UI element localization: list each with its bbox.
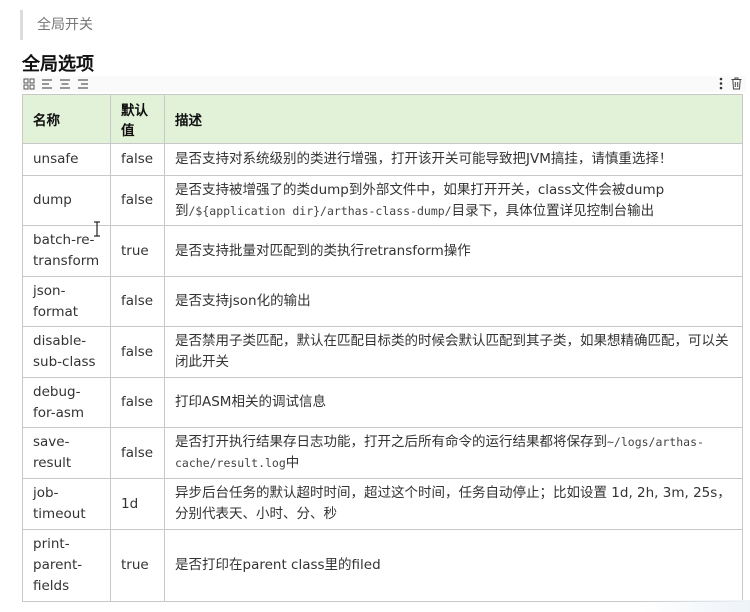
table-row: job-timeout 1d 异步后台任务的默认超时时间，超过这个时间，任务自动…	[22, 478, 743, 530]
header-default: 默认值	[110, 94, 165, 144]
header-name: 名称	[22, 94, 111, 144]
option-desc: 是否打印在parent class里的filed	[164, 529, 743, 602]
option-default: false	[110, 427, 165, 479]
option-desc: 是否支持对系统级别的类进行增强，打开该开关可能导致把JVM搞挂，请慎重选择！	[164, 143, 743, 176]
options-table: 名称 默认值 描述 unsafe false 是否支持对系统级别的类进行增强，打…	[22, 94, 743, 602]
option-desc: 打印ASM相关的调试信息	[164, 377, 743, 428]
table-row: json-format false 是否支持json化的输出	[22, 276, 743, 327]
header-desc: 描述	[164, 94, 743, 144]
align-right-icon[interactable]	[77, 78, 89, 90]
align-left-icon[interactable]	[41, 78, 53, 90]
option-desc: 是否禁用子类匹配，默认在匹配目标类的时候会默认匹配到其子类，如果想精确匹配，可以…	[164, 326, 743, 378]
option-desc: 是否支持被增强了的类dump到外部文件中，如果打开开关，class文件会被dum…	[164, 175, 743, 226]
options-table-wrapper: 名称 默认值 描述 unsafe false 是否支持对系统级别的类进行增强，打…	[22, 94, 743, 602]
table-row: unsafe false 是否支持对系统级别的类进行增强，打开该开关可能导致把J…	[22, 143, 743, 176]
option-default: false	[110, 175, 165, 226]
option-desc: 是否支持json化的输出	[164, 276, 743, 327]
table-row: disable-sub-class false 是否禁用子类匹配，默认在匹配目标…	[22, 326, 743, 378]
table-row: print-parent-fields true 是否打印在parent cla…	[22, 529, 743, 602]
option-name: unsafe	[22, 143, 111, 176]
option-name: dump	[22, 175, 111, 226]
option-name: print-parent-fields	[22, 529, 111, 602]
option-default: false	[110, 143, 165, 176]
table-header-row: 名称 默认值 描述	[22, 94, 743, 144]
grid-icon[interactable]	[23, 78, 35, 90]
text-cursor-icon	[93, 221, 101, 237]
option-name: json-format	[22, 276, 111, 327]
table-row: save-result false 是否打开执行结果存日志功能，打开之后所有命令…	[22, 427, 743, 479]
corner-fade	[640, 600, 750, 612]
table-row: batch-re-transform true 是否支持批量对匹配到的类执行re…	[22, 225, 743, 277]
more-icon[interactable]	[719, 77, 723, 90]
option-default: true	[110, 225, 165, 277]
section-heading: 全局选项	[22, 54, 94, 75]
option-default: false	[110, 326, 165, 378]
code-path: /${application dir}/arthas-class-dump/	[188, 203, 452, 218]
trash-icon[interactable]	[731, 77, 742, 90]
align-center-icon[interactable]	[59, 78, 71, 90]
table-row: debug-for-asm false 打印ASM相关的调试信息	[22, 377, 743, 428]
option-default: true	[110, 529, 165, 602]
option-name: job-timeout	[22, 478, 111, 530]
quote-text: 全局开关	[37, 17, 93, 33]
option-desc: 是否支持批量对匹配到的类执行retransform操作	[164, 225, 743, 277]
option-name: save-result	[22, 427, 111, 479]
table-row: dump false 是否支持被增强了的类dump到外部文件中，如果打开开关，c…	[22, 175, 743, 226]
option-desc: 是否打开执行结果存日志功能，打开之后所有命令的运行结果都将保存到~/logs/a…	[164, 427, 743, 479]
blockquote: 全局开关	[20, 10, 93, 40]
option-default: false	[110, 377, 165, 428]
option-name: debug-for-asm	[22, 377, 111, 428]
table-toolbar	[20, 76, 746, 92]
option-default: false	[110, 276, 165, 327]
option-desc: 异步后台任务的默认超时时间，超过这个时间，任务自动停止；比如设置 1d, 2h,…	[164, 478, 743, 530]
option-name: disable-sub-class	[22, 326, 111, 378]
option-default: 1d	[110, 478, 165, 530]
